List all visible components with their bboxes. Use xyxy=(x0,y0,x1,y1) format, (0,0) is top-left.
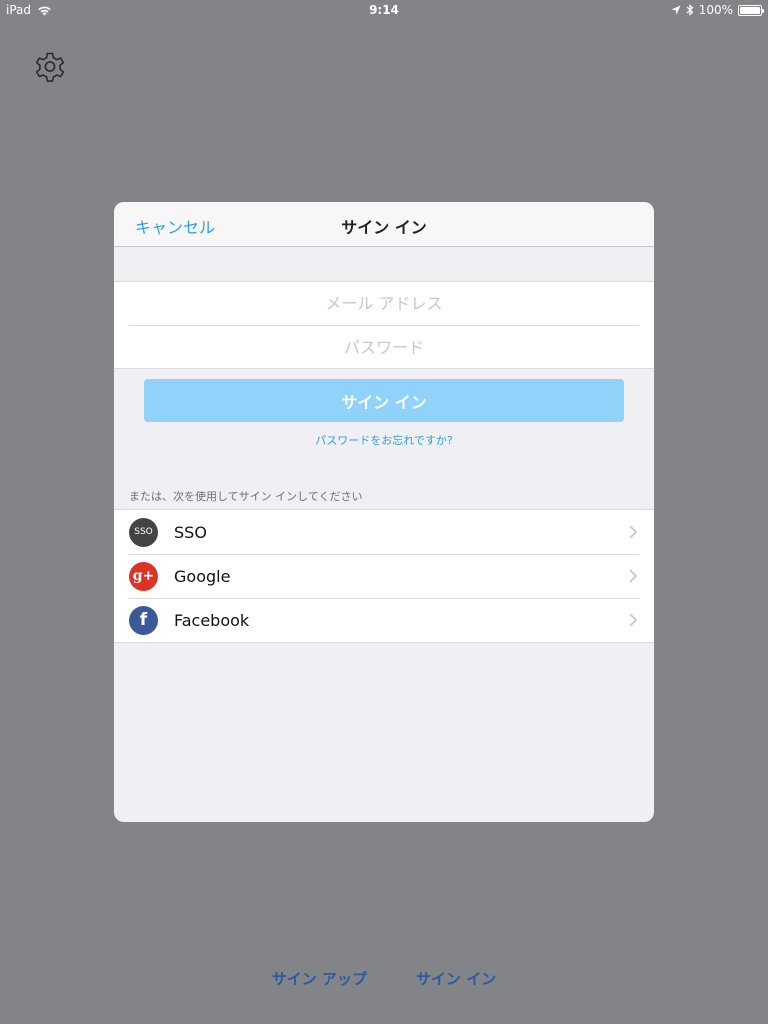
location-arrow-icon xyxy=(671,5,681,15)
provider-list: SSO SSO g+ Google f Facebook xyxy=(114,509,654,643)
modal-nav-bar: キャンセル サイン イン xyxy=(114,202,654,247)
email-field-row xyxy=(114,282,654,325)
status-time: 9:14 xyxy=(369,3,399,17)
provider-sso[interactable]: SSO SSO xyxy=(114,510,654,554)
provider-facebook[interactable]: f Facebook xyxy=(114,598,654,642)
signin-link[interactable]: サイン イン xyxy=(416,968,496,989)
sso-icon: SSO xyxy=(129,517,158,547)
forgot-password-link[interactable]: パスワードをお忘れですか? xyxy=(114,432,654,448)
status-bar: iPad 9:14 100% xyxy=(0,0,768,20)
provider-google[interactable]: g+ Google xyxy=(114,554,654,598)
bottom-links: サイン アップ サイン イン xyxy=(0,968,768,989)
battery-percent: 100% xyxy=(698,3,733,17)
email-field[interactable] xyxy=(114,294,654,313)
chevron-right-icon xyxy=(629,525,638,539)
provider-label: SSO xyxy=(174,522,207,542)
modal-title: サイン イン xyxy=(341,218,427,237)
bluetooth-icon xyxy=(686,4,694,16)
password-field[interactable] xyxy=(129,337,639,357)
status-right: 100% xyxy=(671,3,764,17)
credentials-form xyxy=(114,281,654,369)
password-field-row xyxy=(129,325,639,368)
google-plus-icon: g+ xyxy=(129,561,158,591)
battery-icon xyxy=(738,4,764,16)
signup-link[interactable]: サイン アップ xyxy=(272,968,367,989)
chevron-right-icon xyxy=(629,613,638,627)
provider-label: Google xyxy=(174,566,231,586)
alternative-signin-label: または、次を使用してサイン インしてください xyxy=(129,490,363,503)
facebook-icon: f xyxy=(129,605,158,635)
chevron-right-icon xyxy=(629,569,638,583)
battery-fill xyxy=(740,6,760,14)
signin-button[interactable]: サイン イン xyxy=(144,379,624,422)
signin-modal: キャンセル サイン イン サイン イン パスワードをお忘れですか? または、次を… xyxy=(114,202,654,822)
gear-icon[interactable] xyxy=(33,49,67,83)
provider-label: Facebook xyxy=(174,610,250,630)
